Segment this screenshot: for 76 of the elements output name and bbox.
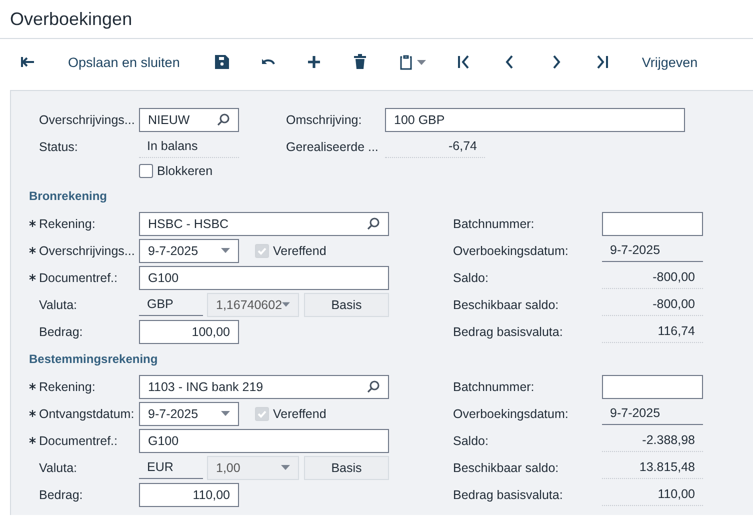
value-text: 13.815,48 [602,456,703,478]
check-icon [257,408,267,418]
field-label: Batchnummer: [453,216,536,230]
caret-icon [282,302,290,307]
batch-number-field[interactable] [602,212,703,236]
field-label: Bedrag basisvaluta: [453,324,564,338]
description-field[interactable]: 100 GBP [385,108,685,132]
rate-dropdown[interactable]: 1,16740602 [207,292,299,316]
caret-icon [221,248,230,253]
field-label: Beschikbaar saldo: [453,460,560,474]
caret-icon [281,465,290,470]
search-icon [367,380,380,393]
status-value: In balans [139,136,239,158]
field-label: Documentref.: [39,434,119,448]
field-label: Batchnummer: [453,380,536,394]
caret-icon [416,60,426,64]
field-label: Saldo: [453,434,490,448]
field-label: Bedrag: [39,488,84,502]
checkbox-label: Vereffend [273,244,326,258]
checkbox-label: Vereffend [273,406,326,420]
field-label: Rekening: [39,216,96,230]
amount-field[interactable]: 100,00 [139,320,239,344]
field-label: Omschrijving: [286,112,363,126]
search-icon [367,217,380,230]
field-label: Ontvangstdatum: [39,406,136,420]
value-text: -800,00 [602,266,703,288]
text-field[interactable]: G100 [139,428,389,452]
window-title: Overboekingen [10,8,132,30]
date-dropdown[interactable]: 9-7-2025 [139,238,239,262]
base-button[interactable]: Basis [304,292,389,316]
trash-icon [352,54,368,70]
save-icon [214,54,230,70]
value-text: 110,00 [602,484,703,506]
amount-field[interactable]: 110,00 [139,482,239,506]
field-label: Valuta: [39,460,78,474]
clipboard-icon [398,54,414,70]
field-label: Overboekingsdatum: [453,244,570,258]
date-field[interactable]: 9-7-2025 [602,240,703,262]
plus-icon [306,54,322,70]
number-lookup-field[interactable]: NIEUW [139,108,239,132]
date-dropdown[interactable]: 9-7-2025 [139,402,239,426]
checkbox-label: Blokkeren [157,164,213,178]
date-field[interactable]: 9-7-2025 [602,402,703,424]
text-field[interactable]: G100 [139,266,389,290]
section-title: Bronrekening [29,189,108,203]
field-label: Valuta: [39,298,78,312]
field-label: Documentref.: [39,270,119,284]
field-label: Bedrag basisvaluta: [453,488,564,502]
section-title: Bestemmingsrekening [29,352,158,366]
field-label: Overschrijvings... [39,112,136,126]
base-button[interactable]: Basis [304,456,389,480]
value-text: -2.388,98 [602,430,703,452]
field-label: Beschikbaar saldo: [453,298,560,312]
value-text: 116,74 [602,320,703,342]
field-label: Saldo: [453,270,490,284]
field-label: Status: [39,140,79,154]
checkbox[interactable] [139,164,153,178]
value-text: -800,00 [602,294,703,316]
field-label: Overboekingsdatum: [453,406,570,420]
field-label: Gerealiseerde ... [286,140,380,154]
account-lookup-field[interactable]: 1103 - ING bank 219 [139,374,389,398]
field-label: Rekening: [39,380,96,394]
toolbar-button[interactable]: Vrijgeven [634,46,706,78]
currency-field[interactable]: EUR [139,456,203,478]
caret-icon [221,411,230,416]
check-icon [257,246,267,256]
field-label: Overschrijvings... [39,244,136,258]
rate-dropdown[interactable]: 1,00 [207,456,299,480]
account-lookup-field[interactable]: HSBC - HSBC [139,212,389,236]
toolbar-button[interactable]: Opslaan en sluiten [60,46,188,78]
realized-value: -6,74 [385,136,485,158]
currency-field[interactable]: GBP [139,294,203,316]
search-icon [217,113,230,126]
back-arrow-icon [20,54,36,70]
batch-number-field[interactable] [602,374,703,398]
field-label: Bedrag: [39,324,84,338]
